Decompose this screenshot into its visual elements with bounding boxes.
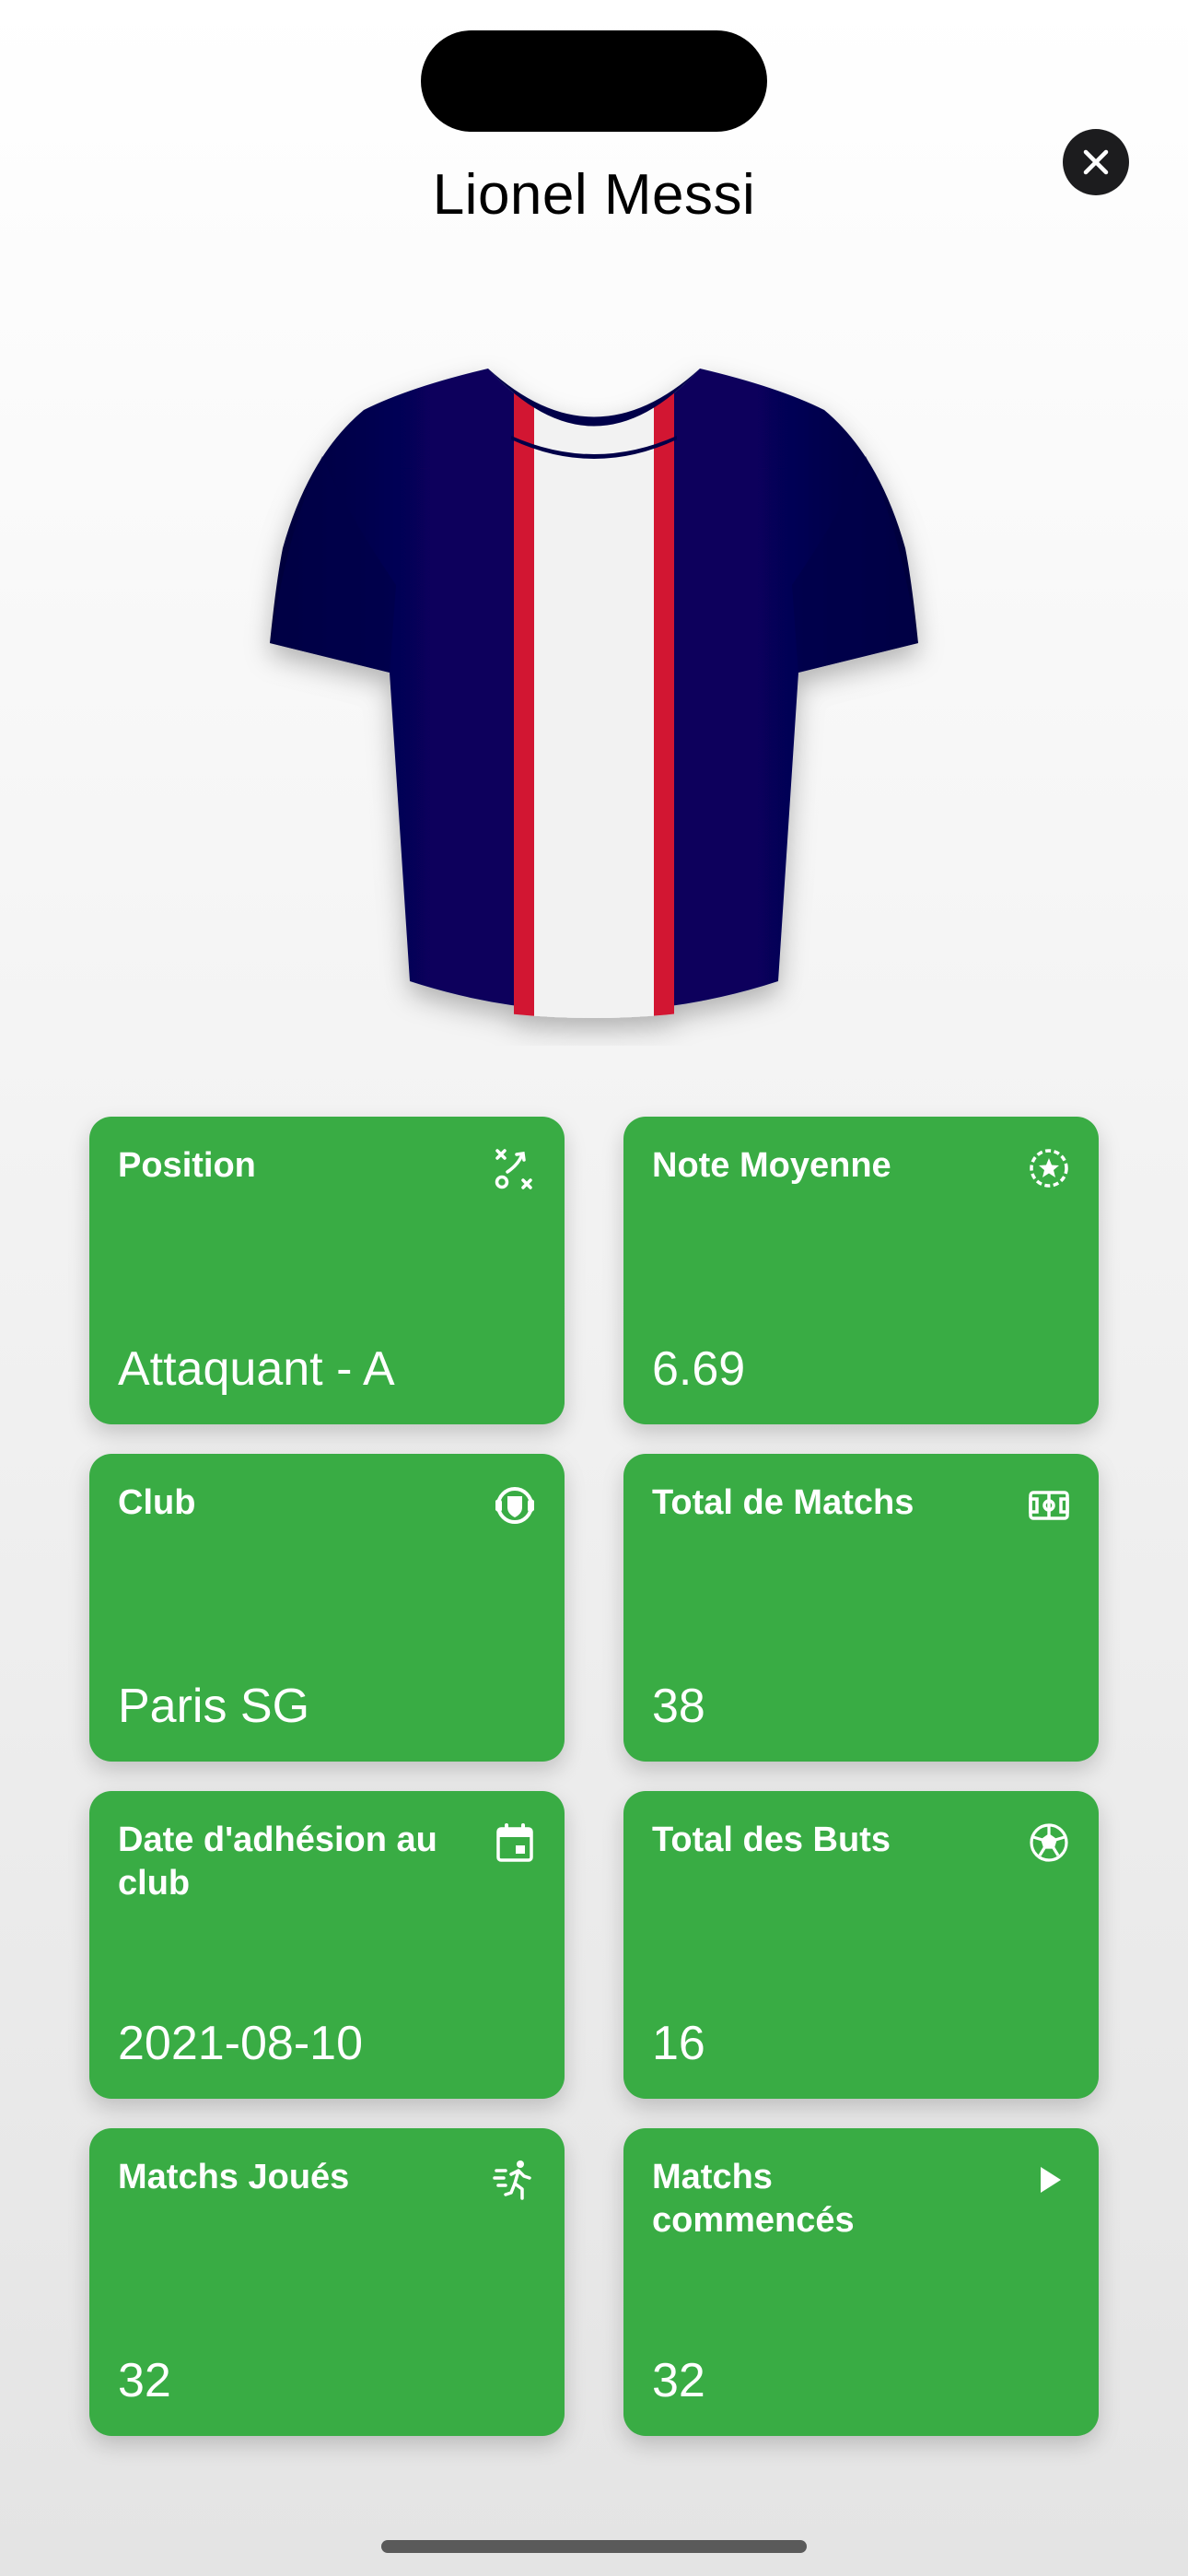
card-value: 16 (652, 2017, 705, 2070)
dynamic-island (421, 30, 767, 132)
card-title: Club (118, 1483, 196, 1522)
card-value: 6.69 (652, 1342, 746, 1396)
star-circle-icon (1027, 1146, 1071, 1190)
total-matches-card[interactable]: Total de Matchs 38 (623, 1454, 1099, 1762)
stats-grid: Position Attaquant - A Note Moyenne 6.69… (89, 1117, 1099, 2436)
total-goals-card[interactable]: Total des Buts 16 (623, 1791, 1099, 2099)
calendar-icon (493, 1821, 537, 1865)
home-indicator[interactable] (381, 2540, 807, 2553)
card-title: Total de Matchs (652, 1483, 914, 1522)
soccer-ball-icon (1027, 1821, 1071, 1865)
card-title: Date d'adhésion au club (118, 1821, 437, 1903)
position-card[interactable]: Position Attaquant - A (89, 1117, 565, 1424)
strategy-icon (493, 1146, 537, 1190)
card-value: Paris SG (118, 1680, 310, 1733)
card-value: 32 (652, 2354, 705, 2407)
join-date-card[interactable]: Date d'adhésion au club 2021-08-10 (89, 1791, 565, 2099)
player-name: Lionel Messi (432, 163, 756, 227)
card-value: 38 (652, 1680, 705, 1733)
card-value: 32 (118, 2354, 171, 2407)
rating-card[interactable]: Note Moyenne 6.69 (623, 1117, 1099, 1424)
club-card[interactable]: Club Paris SG (89, 1454, 565, 1762)
card-title: Matchs Joués (118, 2158, 350, 2196)
matches-played-card[interactable]: Matchs Joués 32 (89, 2128, 565, 2436)
running-player-icon (493, 2158, 537, 2202)
card-value: Attaquant - A (118, 1342, 395, 1396)
card-value: 2021-08-10 (118, 2017, 363, 2070)
card-title: Position (118, 1146, 256, 1185)
card-title: Matchs commencés (652, 2158, 855, 2240)
stadium-icon (1027, 1483, 1071, 1528)
card-title: Note Moyenne (652, 1146, 891, 1185)
jersey-image (270, 369, 918, 1018)
card-title: Total des Buts (652, 1821, 891, 1859)
play-icon (1027, 2158, 1071, 2202)
matches-started-card[interactable]: Matchs commencés 32 (623, 2128, 1099, 2436)
club-badge-icon (493, 1483, 537, 1528)
